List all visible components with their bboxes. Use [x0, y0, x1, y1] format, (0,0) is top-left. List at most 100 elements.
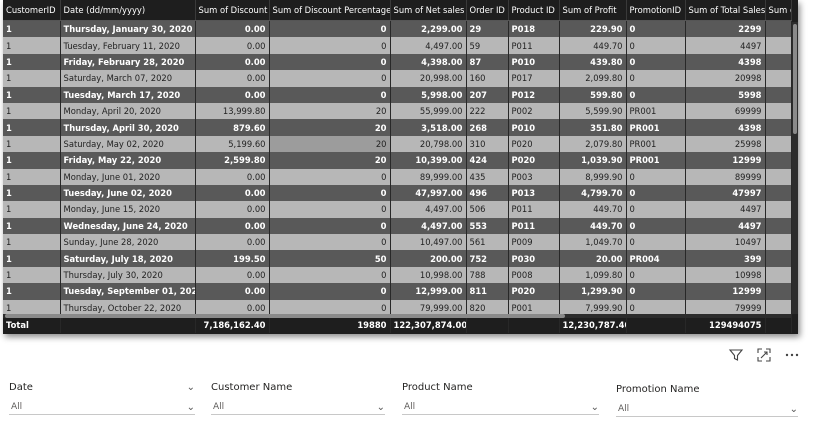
table-cell [765, 234, 792, 251]
table-row[interactable]: 1 Wednesday, June 24, 2020 0.00 0 4,497.00 55… [3, 217, 792, 235]
table-cell: 0 [269, 234, 391, 251]
table-cell: 1 [3, 53, 61, 71]
column-header-sum-of-net-sales[interactable]: Sum of Net sales [390, 0, 467, 21]
table-row[interactable]: 1 Sunday, June 28, 2020 0.00 0 10,497.00 561 P… [3, 234, 792, 251]
table-cell: 0.00 [195, 70, 270, 87]
table-cell: 3,518.00 [390, 119, 467, 136]
column-header-sum-of-profit[interactable]: Sum of Profit [559, 0, 627, 21]
table-cell: 0 [626, 53, 686, 71]
filter-icon[interactable] [727, 347, 745, 365]
table-row[interactable]: 1 Monday, June 15, 2020 0.00 0 4,497.00 506 P0… [3, 201, 792, 218]
table-cell [765, 283, 792, 300]
table-cell [765, 20, 792, 38]
table-row[interactable]: 1 Friday, February 28, 2020 0.00 0 4,398.00 8… [3, 53, 792, 71]
table-cell: 10497 [685, 234, 766, 251]
slicer-dropdown[interactable]: All ⌄ [211, 400, 385, 415]
table-cell: P010 [508, 119, 560, 136]
table-row[interactable]: 1 Saturday, July 18, 2020 199.50 50 200.00 75… [3, 250, 792, 267]
table-cell: 0 [626, 168, 686, 185]
chevron-down-icon[interactable]: ⌄ [187, 382, 195, 393]
column-header-sum-of-discount-percentage[interactable]: Sum of Discount Percentage [269, 0, 391, 21]
column-header-promotionid[interactable]: PromotionID [626, 0, 686, 21]
slicer-value: All [11, 402, 23, 412]
slicer-dropdown[interactable]: All ⌄ [402, 400, 599, 415]
table-cell: 20.00 [559, 250, 627, 267]
table-cell: Tuesday, September 01, 2020 [60, 283, 196, 300]
table-visual[interactable]: CustomerID Date (dd/mm/yyyy) Sum of Disc… [3, 0, 798, 334]
table-cell [765, 217, 792, 235]
table-cell: 0.00 [195, 217, 270, 235]
table-cell: 0 [626, 20, 686, 38]
slicer-dropdown[interactable]: All ⌄ [616, 402, 798, 417]
table-cell [765, 37, 792, 54]
slicer-value: All [213, 402, 225, 412]
focus-mode-icon[interactable] [755, 347, 773, 365]
table-row[interactable]: 1 Thursday, July 30, 2020 0.00 0 10,998.00 78… [3, 266, 792, 284]
table-cell: 20998 [685, 70, 766, 87]
slicer-customer-name: Customer Name All ⌄ [211, 380, 385, 415]
vertical-scroll-thumb[interactable] [793, 24, 797, 134]
table-row[interactable]: 1 Tuesday, June 02, 2020 0.00 0 47,997.00 496… [3, 184, 792, 202]
chevron-down-icon[interactable]: ⌄ [790, 404, 798, 415]
table-cell: 788 [466, 266, 509, 284]
table-cell: 1 [3, 119, 61, 136]
horizontal-scrollbar[interactable] [3, 314, 791, 318]
table-cell: 4497 [685, 217, 766, 235]
slicer-date: Date ⌄ All ⌄ [9, 380, 195, 415]
column-header-date[interactable]: Date (dd/mm/yyyy) [60, 0, 196, 21]
table-cell: 1 [3, 102, 61, 120]
vertical-scrollbar[interactable] [792, 22, 798, 314]
table-row[interactable]: 1 Thursday, January 30, 2020 0.00 0 2,299.00… [3, 20, 792, 38]
chevron-down-icon[interactable]: ⌄ [591, 402, 599, 413]
table-cell [765, 70, 792, 87]
table-cell: 20 [269, 119, 391, 136]
table-cell: 496 [466, 184, 509, 202]
table-cell: 0 [626, 70, 686, 87]
column-header-order-id[interactable]: Order ID [466, 0, 509, 21]
table-cell: 0 [269, 168, 391, 185]
table-cell: 0 [626, 234, 686, 251]
table-row[interactable]: 1 Monday, June 01, 2020 0.00 0 89,999.00 435 P… [3, 168, 792, 185]
table-row[interactable]: 1 Tuesday, February 11, 2020 0.00 0 4,497.00… [3, 37, 792, 54]
table-row[interactable]: 1 Tuesday, September 01, 2020 0.00 0 12,999.… [3, 283, 792, 300]
table-cell: 0.00 [195, 37, 270, 54]
table-cell: P013 [508, 184, 560, 202]
table-cell: 811 [466, 283, 509, 300]
table-cell: P020 [508, 152, 560, 169]
table-row[interactable]: 1 Saturday, March 07, 2020 0.00 0 20,998.00 1… [3, 70, 792, 87]
table-cell: 5,998.00 [390, 86, 467, 103]
table-cell [765, 86, 792, 103]
table-cell [765, 135, 792, 153]
table-cell: 4398 [685, 53, 766, 71]
table-row[interactable]: 1 Tuesday, March 17, 2020 0.00 0 5,998.00 207… [3, 86, 792, 103]
slicer-dropdown[interactable]: All ⌄ [9, 400, 195, 415]
column-header-truncated[interactable]: Sum o [765, 0, 792, 21]
table-cell: 561 [466, 234, 509, 251]
column-header-sum-of-discount[interactable]: Sum of Discount [195, 0, 270, 21]
table-cell: Tuesday, March 17, 2020 [60, 86, 196, 103]
table-row[interactable]: 1 Saturday, May 02, 2020 5,199.60 20 20,798.… [3, 135, 792, 153]
table-cell: 47,997.00 [390, 184, 467, 202]
table-row[interactable]: 1 Friday, May 22, 2020 2,599.80 20 10,399.00… [3, 152, 792, 169]
column-header-sum-of-total-sales[interactable]: Sum of Total Sales [685, 0, 766, 21]
chevron-down-icon[interactable]: ⌄ [187, 402, 195, 413]
table-cell: 10,998.00 [390, 266, 467, 284]
table-cell: Saturday, March 07, 2020 [60, 70, 196, 87]
chevron-down-icon[interactable]: ⌄ [377, 402, 385, 413]
table-cell: PR004 [626, 250, 686, 267]
more-options-icon[interactable] [783, 347, 801, 365]
table-cell: P011 [508, 37, 560, 54]
table-cell [765, 201, 792, 218]
table-cell: Thursday, April 30, 2020 [60, 119, 196, 136]
table-cell [765, 266, 792, 284]
table-row[interactable]: 1 Monday, April 20, 2020 13,999.80 20 55,999… [3, 102, 792, 120]
table-cell: 2299 [685, 20, 766, 38]
table-row[interactable]: 1 Thursday, April 30, 2020 879.60 20 3,518.0… [3, 119, 792, 136]
table-cell [765, 250, 792, 267]
table-cell: 0 [626, 37, 686, 54]
column-header-product-id[interactable]: Product ID [508, 0, 560, 21]
data-table: CustomerID Date (dd/mm/yyyy) Sum of Disc… [3, 0, 792, 334]
table-cell: 160 [466, 70, 509, 87]
horizontal-scroll-thumb[interactable] [5, 314, 565, 318]
column-header-customerid[interactable]: CustomerID [3, 0, 61, 21]
